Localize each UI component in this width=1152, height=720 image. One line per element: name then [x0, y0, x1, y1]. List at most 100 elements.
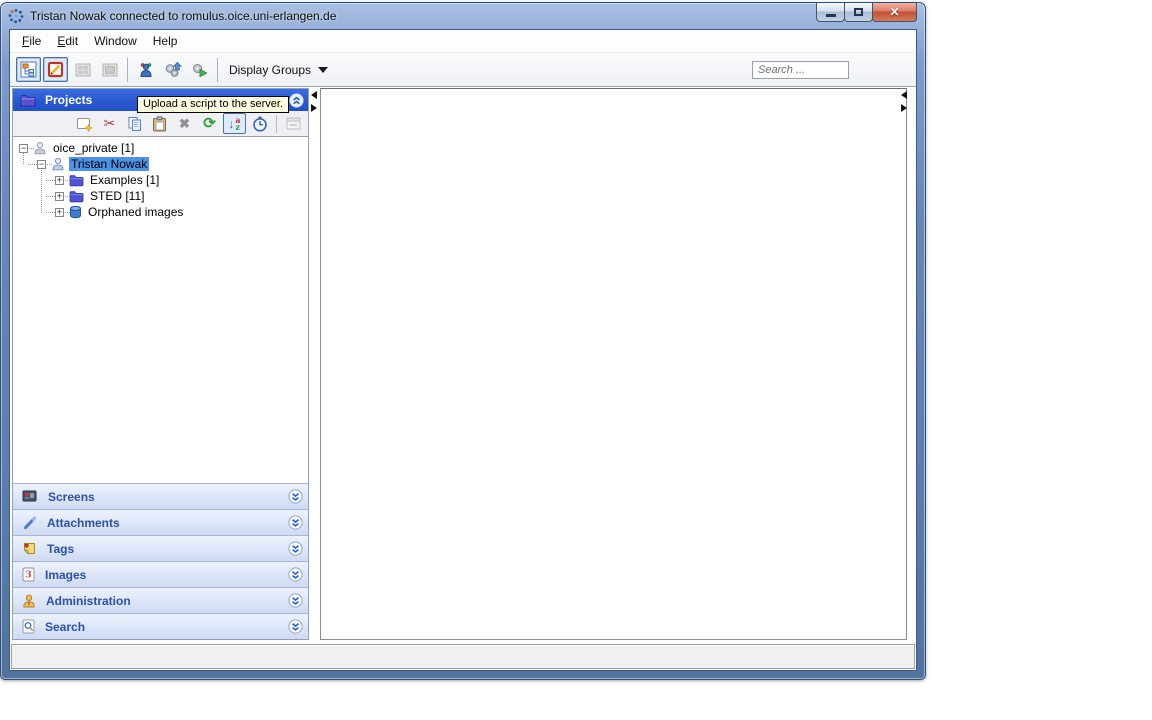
- expand-section-button[interactable]: [288, 541, 303, 556]
- tree-node-label[interactable]: Examples [1]: [88, 173, 161, 187]
- section-screens[interactable]: Screens: [13, 483, 308, 509]
- display-groups-dropdown[interactable]: Display Groups: [222, 63, 335, 77]
- tree-node-label[interactable]: oice_private [1]: [51, 141, 136, 155]
- window-title: Tristan Nowak connected to romulus.oice.…: [30, 9, 336, 23]
- toolbar-separator: [217, 58, 218, 82]
- copy-button[interactable]: [123, 113, 146, 134]
- section-tags[interactable]: Tags: [13, 535, 308, 561]
- restore-button[interactable]: [844, 3, 873, 22]
- refresh-icon: ⟳: [203, 116, 216, 131]
- screens-icon: [22, 490, 38, 503]
- tree-node-label[interactable]: STED [11]: [88, 189, 146, 203]
- collapse-all-icon: [286, 117, 301, 130]
- minimize-icon: [826, 14, 836, 17]
- cut-icon: ✂: [104, 115, 116, 132]
- administration-icon: [22, 594, 36, 608]
- search-input[interactable]: [752, 61, 849, 79]
- expand-section-button[interactable]: [288, 489, 303, 504]
- left-panel: Projects ✂: [12, 88, 309, 640]
- collapse-panel-button[interactable]: [289, 93, 304, 108]
- cut-button[interactable]: ✂: [98, 113, 121, 134]
- users-button[interactable]: [133, 57, 158, 82]
- sort-alphabetical-icon: ↓ az: [228, 117, 240, 131]
- close-icon: ✕: [889, 5, 899, 19]
- section-administration[interactable]: Administration: [13, 587, 308, 613]
- sort-by-date-button[interactable]: [248, 113, 271, 134]
- annotate-icon: [47, 61, 64, 78]
- tree-view-icon: [20, 61, 37, 78]
- new-container-button[interactable]: [73, 113, 96, 134]
- tree-node-user[interactable]: − Tristan Nowak: [13, 156, 308, 172]
- database-icon: [69, 205, 82, 219]
- upload-script-icon: [164, 61, 182, 78]
- collapse-toggle[interactable]: −: [19, 144, 28, 153]
- menu-edit[interactable]: Edit: [49, 31, 86, 51]
- close-button[interactable]: ✕: [872, 3, 917, 22]
- chevron-down-icon: [318, 67, 328, 73]
- tooltip: Upload a script to the server.: [137, 96, 289, 113]
- expand-toggle[interactable]: +: [55, 208, 64, 217]
- upload-script-button[interactable]: [160, 57, 185, 82]
- folder-icon: [20, 94, 36, 107]
- tree-toolbar-separator: [276, 115, 277, 133]
- splitter-expand-right-arrow[interactable]: [311, 104, 317, 112]
- tag-icon: [22, 541, 37, 556]
- tree-node-orphaned[interactable]: + Orphaned images: [13, 204, 308, 220]
- paste-button[interactable]: [148, 113, 171, 134]
- project-tree: − oice_private [1] − Tristan Nowak: [13, 137, 308, 483]
- tree-node-label[interactable]: Orphaned images: [86, 205, 185, 219]
- clock-icon: [252, 116, 268, 132]
- section-label: Images: [45, 568, 86, 582]
- expand-section-button[interactable]: [288, 515, 303, 530]
- grid-view-icon: [75, 63, 91, 77]
- menu-help[interactable]: Help: [145, 31, 186, 51]
- section-label: Attachments: [47, 516, 120, 530]
- collapse-toggle[interactable]: −: [37, 160, 46, 169]
- images-icon: 3: [22, 567, 35, 582]
- search-doc-icon: [22, 619, 35, 634]
- tree-node-group[interactable]: − oice_private [1]: [13, 140, 308, 156]
- section-attachments[interactable]: Attachments: [13, 509, 308, 535]
- project-folder-icon: [69, 174, 84, 187]
- tree-node-project[interactable]: + STED [11]: [13, 188, 308, 204]
- tree-node-project[interactable]: + Examples [1]: [13, 172, 308, 188]
- refresh-button[interactable]: ⟳: [198, 113, 221, 134]
- expand-section-button[interactable]: [288, 593, 303, 608]
- run-script-button[interactable]: [187, 57, 212, 82]
- menu-file[interactable]: File: [14, 31, 49, 51]
- expand-toggle[interactable]: +: [55, 192, 64, 201]
- paste-icon: [152, 116, 167, 132]
- section-label: Tags: [47, 542, 74, 556]
- menu-window[interactable]: Window: [86, 31, 145, 51]
- delete-button[interactable]: ✖: [173, 113, 196, 134]
- titlebar[interactable]: Tristan Nowak connected to romulus.oice.…: [1, 3, 925, 29]
- new-container-icon: [76, 116, 93, 132]
- projects-panel-title: Projects: [45, 93, 92, 107]
- main-toolbar: Display Groups: [10, 53, 916, 87]
- section-search[interactable]: Search: [13, 613, 308, 639]
- splitter-expand-right-arrow[interactable]: [901, 104, 907, 112]
- splitter-collapse-left-arrow[interactable]: [901, 91, 907, 99]
- svg-text:3: 3: [25, 571, 31, 581]
- main-content-area[interactable]: [320, 88, 907, 640]
- menubar: File Edit Window Help: [10, 30, 916, 53]
- sort-alphabetical-button[interactable]: ↓ az: [223, 113, 246, 134]
- tree-toolbar: ✂ ✖ ⟳: [13, 111, 308, 137]
- toolbar-separator: [127, 58, 128, 82]
- section-label: Search: [45, 620, 85, 634]
- restore-icon: [854, 8, 863, 16]
- minimize-button[interactable]: [816, 3, 845, 22]
- panel-splitter[interactable]: [309, 88, 320, 640]
- expand-toggle[interactable]: +: [55, 176, 64, 185]
- annotate-button[interactable]: [43, 57, 68, 82]
- users-icon: [138, 61, 154, 78]
- right-panel-splitter[interactable]: [901, 91, 907, 112]
- copy-icon: [127, 116, 143, 132]
- browse-view-button[interactable]: [16, 57, 41, 82]
- status-bar: [11, 644, 915, 669]
- splitter-collapse-left-arrow[interactable]: [311, 91, 317, 99]
- expand-section-button[interactable]: [288, 567, 303, 582]
- tree-node-label[interactable]: Tristan Nowak: [69, 157, 149, 171]
- expand-section-button[interactable]: [288, 619, 303, 634]
- section-images[interactable]: 3 Images: [13, 561, 308, 587]
